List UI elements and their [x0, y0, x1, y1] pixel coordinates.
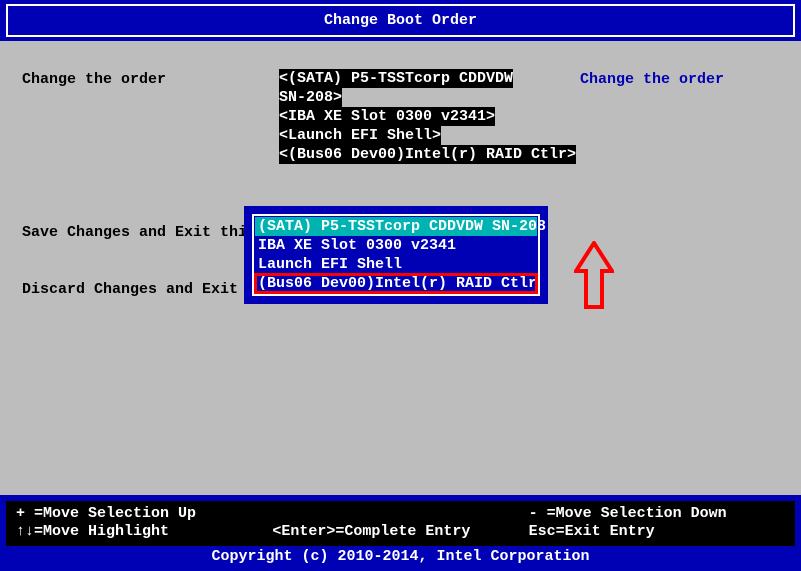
- popup-item-1[interactable]: (SATA) P5-TSSTcorp CDDVDW SN-208: [255, 217, 537, 236]
- popup-inner: (SATA) P5-TSSTcorp CDDVDW SN-208 IBA XE …: [252, 214, 540, 296]
- boot-item-1a[interactable]: <(SATA) P5-TSSTcorp CDDVDW: [279, 69, 513, 88]
- key-legend: + =Move Selection Up - =Move Selection D…: [6, 501, 795, 546]
- boot-order-list: <(SATA) P5-TSSTcorp CDDVDW SN-208> <IBA …: [279, 69, 576, 164]
- popup-item-2[interactable]: IBA XE Slot 0300 v2341: [255, 236, 537, 255]
- key-enter: <Enter>=Complete Entry: [272, 523, 528, 540]
- key-move-down: - =Move Selection Down: [529, 505, 785, 522]
- change-order-label: Change the order: [22, 71, 166, 88]
- title-bar: Change Boot Order: [0, 0, 801, 41]
- boot-order-popup: (SATA) P5-TSSTcorp CDDVDW SN-208 IBA XE …: [244, 206, 548, 304]
- key-blank: [272, 505, 528, 522]
- page-title: Change Boot Order: [6, 4, 795, 37]
- boot-item-2[interactable]: <IBA XE Slot 0300 v2341>: [279, 107, 495, 126]
- key-move-highlight: ↑↓=Move Highlight: [16, 523, 272, 540]
- popup-item-4[interactable]: (Bus06 Dev00)Intel(r) RAID Ctlr: [255, 274, 537, 293]
- footer: + =Move Selection Up - =Move Selection D…: [0, 495, 801, 571]
- help-text: Change the order: [580, 71, 724, 88]
- main-panel: Change the order Change the order <(SATA…: [0, 41, 801, 69]
- up-arrow-icon: [574, 241, 614, 311]
- key-esc: Esc=Exit Entry: [529, 523, 785, 540]
- boot-item-3[interactable]: <Launch EFI Shell>: [279, 126, 441, 145]
- popup-item-3[interactable]: Launch EFI Shell: [255, 255, 537, 274]
- key-move-up: + =Move Selection Up: [16, 505, 272, 522]
- boot-item-4[interactable]: <(Bus06 Dev00)Intel(r) RAID Ctlr>: [279, 145, 576, 164]
- boot-item-1b[interactable]: SN-208>: [279, 88, 342, 107]
- copyright: Copyright (c) 2010-2014, Intel Corporati…: [6, 546, 795, 565]
